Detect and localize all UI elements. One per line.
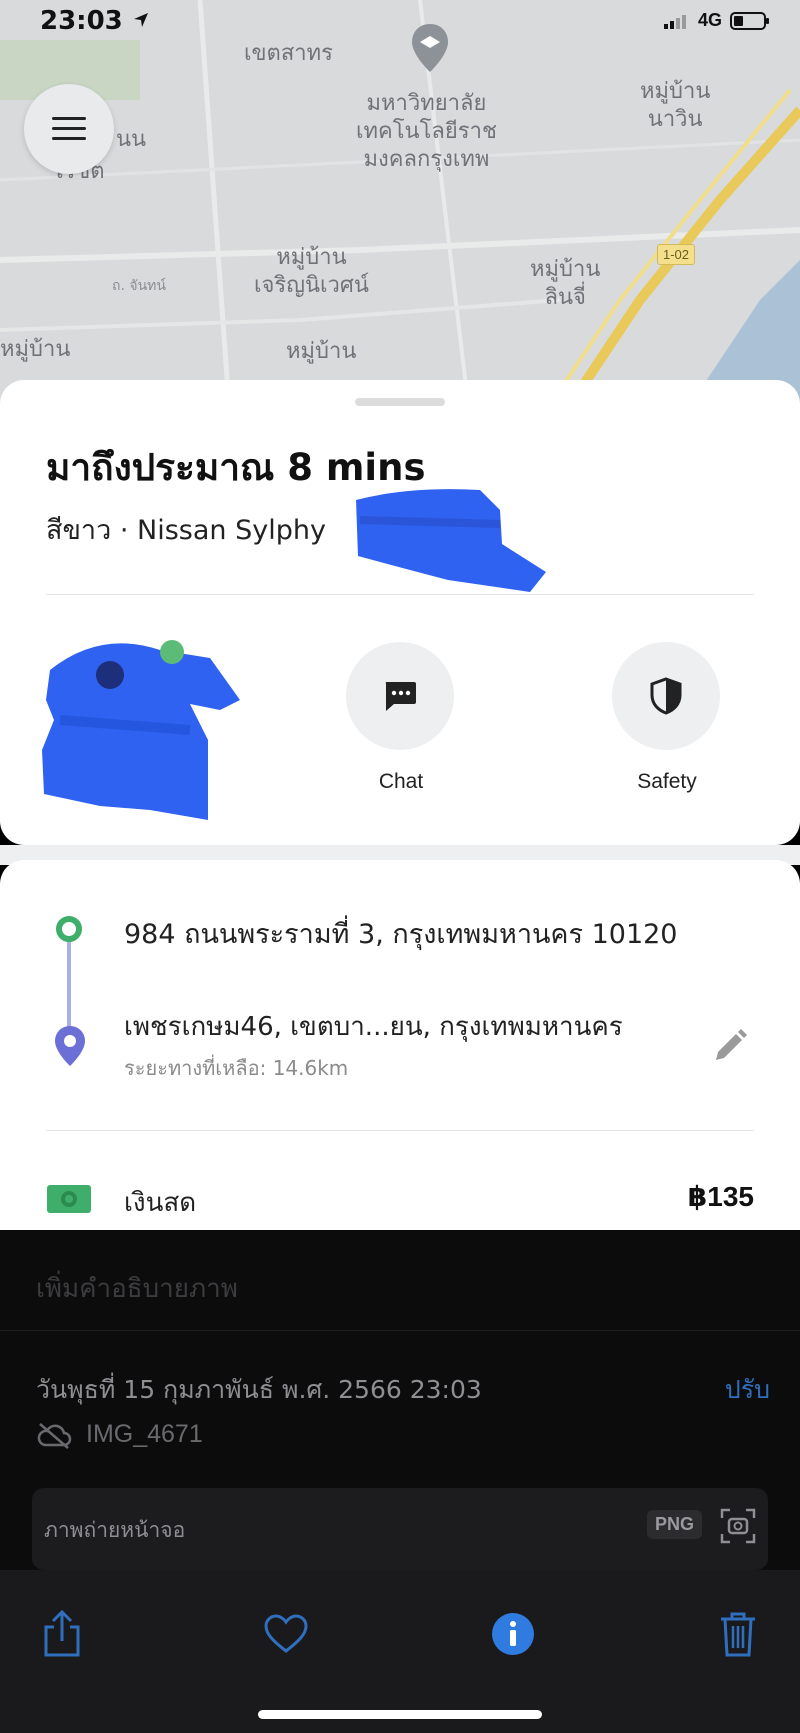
photo-date: วันพุธที่ 15 กุมภาพันธ์ พ.ศ. 2566 23:03	[36, 1375, 482, 1404]
chat-label: Chat	[378, 770, 424, 793]
safety-button[interactable]	[612, 642, 720, 750]
chat-icon	[385, 682, 416, 711]
driver-sheet: มาถึงประมาณ 8 mins สีขาว · Nissan Sylphy…	[0, 380, 800, 845]
fare-price: ฿135	[687, 1181, 754, 1212]
format-badge: PNG	[646, 1510, 702, 1539]
caption-input[interactable]: เพิ่มคำอธิบายภาพ	[36, 1268, 238, 1309]
adjust-date-button[interactable]: ปรับ	[725, 1370, 770, 1410]
dropoff-address[interactable]: เพชรเกษม46, เขตบา...ยน, กรุงเทพมหานคร	[124, 1006, 623, 1047]
chat-button[interactable]	[346, 642, 454, 750]
status-time: 23:03	[40, 6, 150, 36]
share-button[interactable]	[32, 1604, 92, 1664]
route-divider	[46, 1130, 754, 1131]
screenshot-info-card: ภาพถ่ายหน้าจอ PNG	[32, 1488, 768, 1570]
info-button[interactable]	[483, 1604, 543, 1664]
safety-action[interactable]: Safety	[612, 642, 722, 794]
map-label-partial-1: นน	[116, 127, 147, 152]
map-label-village-charoen: หมู่บ้าน เจริญนิเวศน์	[254, 245, 369, 298]
map-label-district: เขตสาทร	[244, 41, 333, 66]
battery-icon	[730, 11, 769, 30]
photo-filename: IMG_4671	[86, 1420, 203, 1448]
sheet-divider	[46, 594, 754, 595]
signal-icon	[663, 14, 686, 29]
sheet-drag-handle[interactable]	[355, 398, 445, 406]
screenshot-icon	[720, 1508, 756, 1544]
trash-icon	[721, 1612, 755, 1657]
status-bar: 23:03 4G	[0, 0, 800, 44]
photo-info-panel: เพิ่มคำอธิบายภาพ วันพุธที่ 15 กุมภาพันธ์…	[0, 1230, 800, 1570]
home-indicator[interactable]	[258, 1710, 542, 1719]
map-roads	[0, 0, 800, 420]
map-label-road: ถ. จันทน์	[112, 278, 166, 294]
payment-method[interactable]: เงินสด	[124, 1182, 196, 1223]
map-label-university: มหาวิทยาลัย เทคโนโลยีราช มงคลกรุงเทพ	[356, 91, 497, 172]
menu-button[interactable]	[24, 84, 114, 174]
delete-button[interactable]	[708, 1604, 768, 1664]
dropoff-pin-icon	[55, 1026, 85, 1066]
info-icon	[492, 1613, 534, 1655]
map-label-village-nawin: หมู่บ้าน นาวิน	[640, 79, 711, 132]
shield-icon	[650, 677, 682, 715]
hamburger-icon	[52, 117, 86, 140]
pickup-address[interactable]: 984 ถนนพระรามที่ 3, กรุงเทพมหานคร 10120	[124, 912, 677, 955]
map-view[interactable]: เขตสาทร มหาวิทยาลัย เทคโนโลยีราช มงคลกรุ…	[0, 0, 800, 420]
redacted-plate-scribble	[356, 489, 546, 592]
screenshot-type-label: ภาพถ่ายหน้าจอ	[44, 1518, 186, 1542]
panel-divider	[0, 1330, 800, 1331]
cloud-off-icon	[37, 1422, 72, 1449]
favorite-button[interactable]	[256, 1604, 316, 1664]
network-type: 4G	[697, 10, 722, 30]
share-icon	[44, 1609, 80, 1657]
route-sheet: 984 ถนนพระรามที่ 3, กรุงเทพมหานคร 10120 …	[0, 860, 800, 1230]
status-indicators: 4G	[663, 10, 770, 31]
edit-pencil-icon[interactable]	[712, 1024, 750, 1062]
heart-icon	[264, 1614, 308, 1653]
map-label-village-center: หมู่บ้าน	[286, 339, 357, 364]
map-label-village-left: หมู่บ้าน	[0, 337, 71, 362]
map-label-village-linji: หมู่บ้าน ลินจี่	[530, 257, 601, 310]
vehicle-info: สีขาว · Nissan Sylphy	[46, 515, 326, 546]
safety-label: Safety	[637, 770, 697, 793]
file-row: IMG_4671	[36, 1420, 203, 1449]
photos-toolbar	[0, 1570, 800, 1733]
redacted-driver-scribble	[42, 640, 240, 820]
pickup-dot-icon	[56, 916, 82, 942]
remaining-distance: ระยะทางที่เหลือ: 14.6km	[124, 1056, 349, 1080]
chat-action[interactable]: Chat	[346, 642, 456, 794]
location-arrow-icon	[133, 13, 148, 27]
route-shield-badge: 1-02	[657, 244, 696, 265]
cash-icon	[47, 1185, 91, 1213]
